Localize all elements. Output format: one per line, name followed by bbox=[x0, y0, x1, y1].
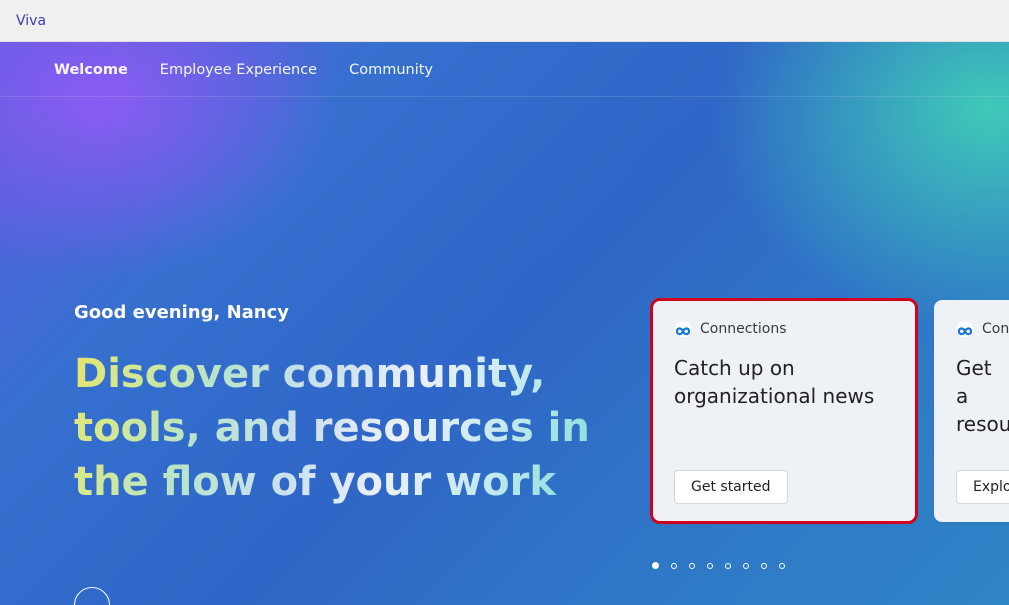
connections-icon bbox=[956, 320, 974, 338]
card-header: Connections bbox=[674, 320, 894, 338]
pager-dot[interactable] bbox=[779, 563, 785, 569]
tab-community[interactable]: Community bbox=[349, 62, 433, 78]
card-title: Get a resou bbox=[956, 354, 1002, 438]
card-product-label: Connections bbox=[700, 321, 787, 337]
explore-button[interactable]: Explor bbox=[956, 470, 1009, 504]
title-bar: Viva bbox=[0, 0, 1009, 42]
tab-bar: Welcome Employee Experience Community bbox=[0, 42, 1009, 97]
connections-icon bbox=[674, 320, 692, 338]
pager-dot[interactable] bbox=[761, 563, 767, 569]
carousel-pager bbox=[652, 562, 785, 569]
pager-dot[interactable] bbox=[707, 563, 713, 569]
tab-welcome[interactable]: Welcome bbox=[54, 62, 128, 78]
card-connections-next[interactable]: Con Get a resou Explor bbox=[934, 300, 1009, 522]
hero-section: Welcome Employee Experience Community Go… bbox=[0, 42, 1009, 605]
card-header: Con bbox=[956, 320, 1002, 338]
headline: Discover community, tools, and resources… bbox=[74, 347, 634, 509]
pager-dot[interactable] bbox=[652, 562, 659, 569]
card-carousel: Connections Catch up on organizational n… bbox=[652, 300, 1009, 522]
card-title: Catch up on organizational news bbox=[674, 354, 894, 410]
app-name: Viva bbox=[16, 13, 46, 29]
get-started-button[interactable]: Get started bbox=[674, 470, 788, 504]
card-product-label: Con bbox=[982, 321, 1009, 337]
card-connections-news[interactable]: Connections Catch up on organizational n… bbox=[652, 300, 916, 522]
pager-dot[interactable] bbox=[725, 563, 731, 569]
greeting: Good evening, Nancy bbox=[74, 302, 634, 323]
hero-text: Good evening, Nancy Discover community, … bbox=[74, 302, 634, 509]
tab-employee-experience[interactable]: Employee Experience bbox=[160, 62, 317, 78]
scroll-hint-icon[interactable] bbox=[74, 587, 110, 605]
pager-dot[interactable] bbox=[671, 563, 677, 569]
pager-dot[interactable] bbox=[689, 563, 695, 569]
pager-dot[interactable] bbox=[743, 563, 749, 569]
